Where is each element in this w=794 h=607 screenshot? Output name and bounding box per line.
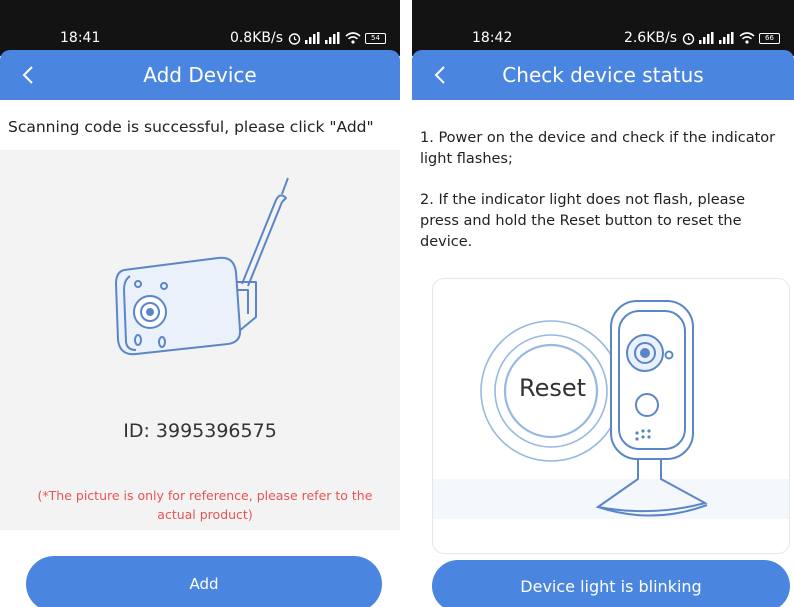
network-speed: 0.8KB/s xyxy=(229,30,283,46)
alarm-icon xyxy=(682,32,695,45)
app-header: Add Device xyxy=(0,50,400,100)
device-id: ID: 3995396575 xyxy=(123,420,277,442)
add-button[interactable]: Add xyxy=(26,556,382,607)
camera-illustration xyxy=(115,177,289,356)
scan-success-message: Scanning code is successful, please clic… xyxy=(8,118,374,136)
battery-level: 66 xyxy=(765,33,774,42)
device-light-blinking-button[interactable]: Device light is blinking xyxy=(432,560,790,607)
status-indicators: 0.8KB/s 54 xyxy=(230,30,386,46)
check-device-status-screen: 18:42 2.6KB/s 66 Check device status 1. … xyxy=(412,0,794,607)
device-preview-panel: ID: 3995396575 (*The picture is only for… xyxy=(0,150,400,530)
page-title: Check device status xyxy=(502,63,704,87)
wifi-icon xyxy=(739,32,755,44)
add-device-screen: 18:41 0.8KB/s 54 Add Device Scanning cod… xyxy=(0,0,400,607)
network-speed: 2.6KB/s xyxy=(623,30,677,46)
reset-illustration-card: Reset xyxy=(432,278,790,554)
page-title: Add Device xyxy=(143,63,257,87)
reference-note: (*The picture is only for reference, ple… xyxy=(37,488,373,522)
camera-reset-illustration xyxy=(433,300,789,519)
battery-level: 54 xyxy=(371,33,380,42)
status-bar: 18:42 2.6KB/s 66 xyxy=(412,0,794,56)
reset-button-label: Reset xyxy=(519,374,587,402)
battery-icon: 54 xyxy=(365,32,386,44)
battery-icon: 66 xyxy=(759,32,780,44)
alarm-icon xyxy=(288,32,301,45)
status-time: 18:41 xyxy=(60,30,101,46)
status-indicators: 2.6KB/s 66 xyxy=(624,30,780,46)
wifi-icon xyxy=(345,32,361,44)
signal-icon xyxy=(305,32,320,44)
signal-icon xyxy=(325,32,340,44)
instruction-step-1: 1. Power on the device and check if the … xyxy=(420,130,776,167)
status-bar: 18:41 0.8KB/s 54 xyxy=(0,0,400,56)
app-header: Check device status xyxy=(412,50,794,100)
instruction-step-2: 2. If the indicator light does not flash… xyxy=(420,192,746,250)
status-time: 18:42 xyxy=(472,30,513,46)
signal-icon xyxy=(719,32,734,44)
signal-icon xyxy=(699,32,714,44)
